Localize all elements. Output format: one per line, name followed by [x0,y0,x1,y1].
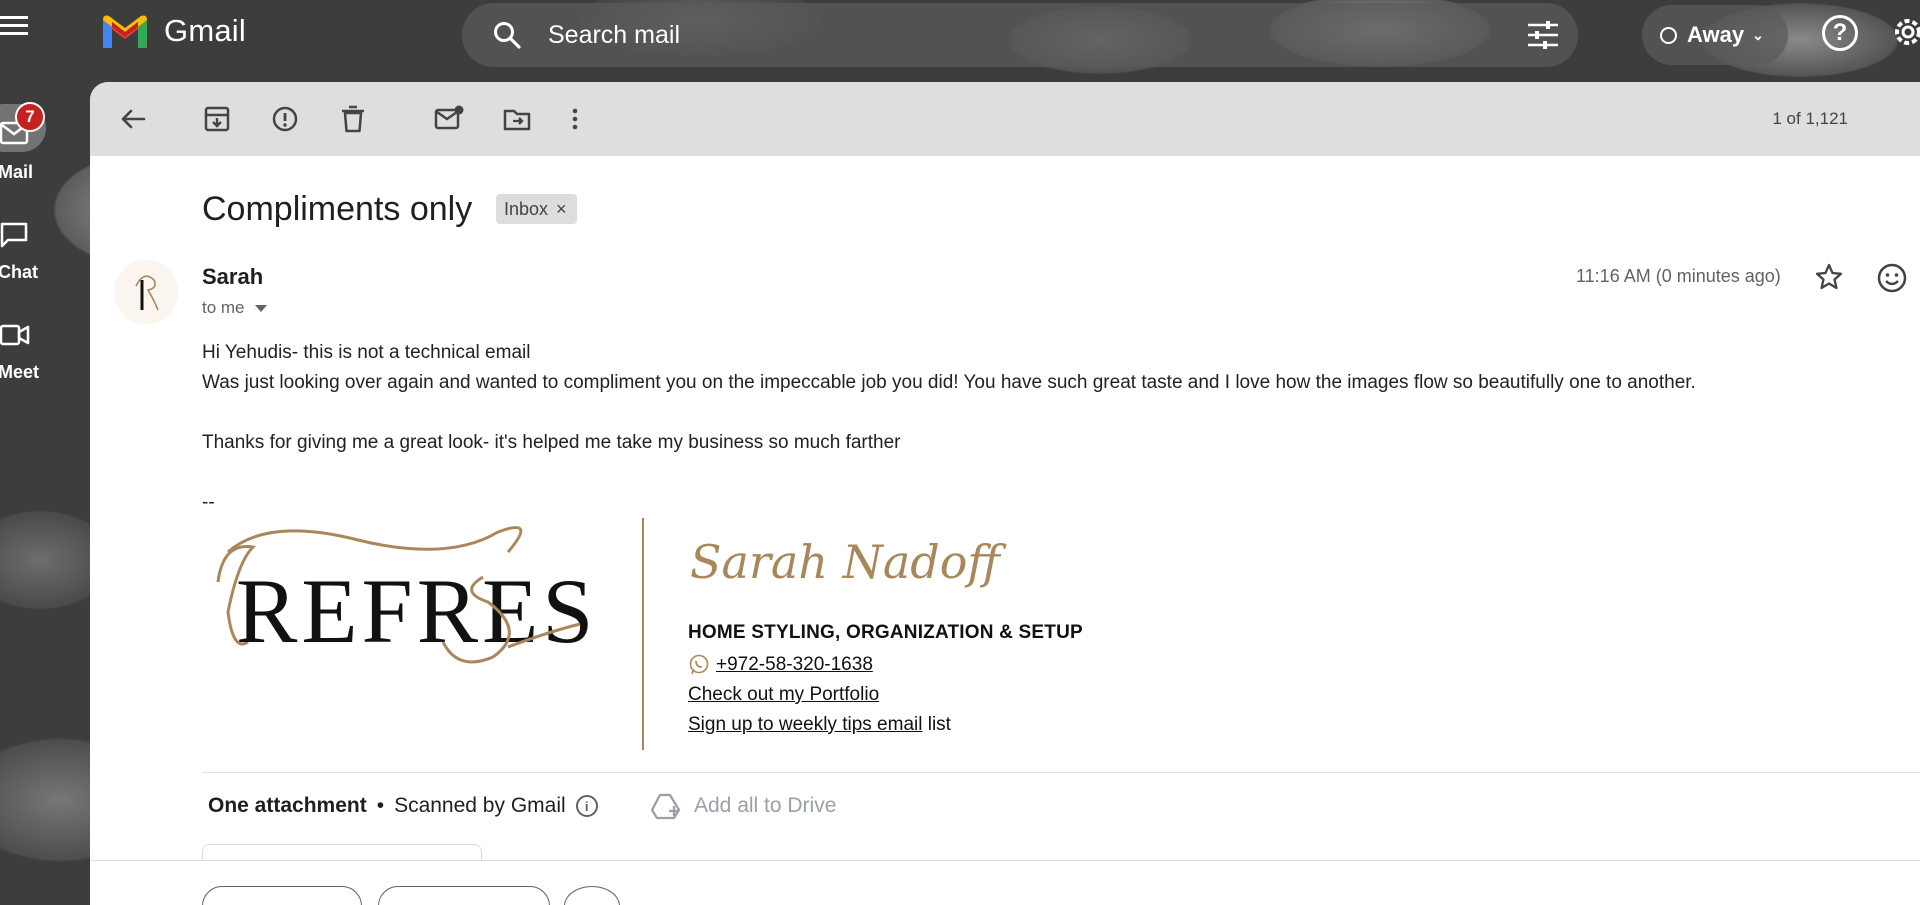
refresh-monogram-icon [135,275,159,311]
search-icon[interactable] [492,20,522,50]
search-options-icon[interactable] [1526,20,1560,50]
star-icon[interactable] [1814,262,1844,292]
back-arrow-icon[interactable] [118,104,148,134]
email-subject: Compliments only [202,190,473,228]
menu-bar [0,24,28,27]
rail-item-meet[interactable]: Meet [0,300,66,400]
chat-icon [0,222,28,248]
refresh-logo: REFRESH [216,526,588,664]
attachment-divider [202,772,1920,773]
search-bar[interactable]: Search mail [462,3,1578,67]
app-name: Gmail [164,13,246,48]
script-name-text: Sarah Nadoff [690,535,1007,589]
attachment-title: One attachment [208,794,367,817]
message-counter: 1 of 1,121 [1772,109,1848,128]
scanned-label: Scanned by Gmail [394,794,566,817]
phone-link[interactable]: +972-58-320-1638 [716,654,873,676]
status-label: Away [1687,22,1745,47]
logo-wordmark: REFRESH [236,560,588,662]
message-panel: 1 of 1,121 Compliments only Inbox × Sara… [90,82,1920,905]
menu-bar [0,16,28,19]
video-camera-icon [0,324,30,346]
email-timestamp: 11:16 AM (0 minutes ago) [1576,266,1781,286]
delete-trash-icon[interactable] [338,104,368,134]
recipient-label: to me [202,298,245,317]
main-menu-button[interactable] [0,16,28,38]
message-toolbar: 1 of 1,121 [90,82,1920,156]
more-options-icon[interactable] [560,104,590,134]
rail-label-meet: Meet [0,362,40,382]
status-selector[interactable]: Away ⌄ [1642,5,1788,65]
portfolio-link[interactable]: Check out my Portfolio [688,684,879,705]
info-icon[interactable]: i [575,795,598,817]
tips-suffix: list [922,714,951,735]
chevron-down-icon: ⌄ [1752,26,1764,43]
mark-unread-icon[interactable] [434,104,464,134]
add-reaction-icon[interactable] [1876,262,1908,294]
recipient-details[interactable]: to me [202,298,267,318]
rail-label-mail: Mail [0,162,34,182]
report-spam-icon[interactable] [270,104,300,134]
whatsapp-icon [689,654,709,675]
body-line: Thanks for giving me a great look- it's … [202,432,901,453]
rail-item-chat[interactable]: Chat [0,200,66,300]
settings-gear-icon[interactable] [1890,14,1920,50]
body-line [202,398,1696,428]
body-line: Hi Yehudis- this is not a technical emai… [202,342,531,363]
archive-icon[interactable] [202,104,232,134]
unread-count-badge: 7 [15,102,45,132]
add-all-to-drive-button[interactable]: Add all to Drive [650,792,836,820]
inbox-label-chip[interactable]: Inbox × [496,194,577,224]
reply-button[interactable] [202,886,362,905]
attachment-header: One attachment • Scanned by Gmail i [208,794,598,818]
bullet-separator: • [376,794,385,817]
remove-label-icon[interactable]: × [556,199,567,220]
add-to-drive-icon [650,793,681,820]
gmail-m-icon [103,15,147,48]
reply-bar [90,860,1920,905]
email-body: Hi Yehudis- this is not a technical emai… [202,338,1696,458]
menu-bar [0,32,28,35]
portfolio-link-text: Portfolio [809,684,880,705]
signature-phone: +972-58-320-1638 [688,654,873,676]
help-button[interactable]: ? [1822,15,1858,51]
weekly-tips-link[interactable]: Sign up to weekly tips email [688,714,922,735]
add-all-label: Add all to Drive [694,794,837,817]
sender-name[interactable]: Sarah [202,264,263,290]
tips-line: Sign up to weekly tips email list [688,714,951,736]
signature-separator: -- [202,492,215,513]
body-line: Was just looking over again and wanted t… [202,372,1696,393]
status-dot-icon [1660,26,1677,44]
search-input[interactable]: Search mail [548,21,680,50]
script-name: Sarah Nadoff [690,535,1007,589]
app-rail: 7 Mail Chat Meet [0,100,66,400]
gmail-logo[interactable]: Gmail [100,12,246,50]
forward-button[interactable] [378,886,550,905]
rail-label-chat: Chat [0,262,38,282]
help-icon: ? [1832,19,1848,46]
rail-item-mail[interactable]: 7 Mail [0,100,66,200]
dropdown-arrow-icon [254,304,267,312]
label-name: Inbox [504,198,549,219]
move-to-folder-icon[interactable] [502,104,532,134]
portfolio-line: Check out my Portfolio [688,684,879,706]
sender-avatar[interactable] [114,260,178,324]
portfolio-prefix: Check out my [688,684,810,705]
signature-divider [642,518,644,750]
signature-tagline: HOME STYLING, ORGANIZATION & SETUP [688,622,1083,643]
